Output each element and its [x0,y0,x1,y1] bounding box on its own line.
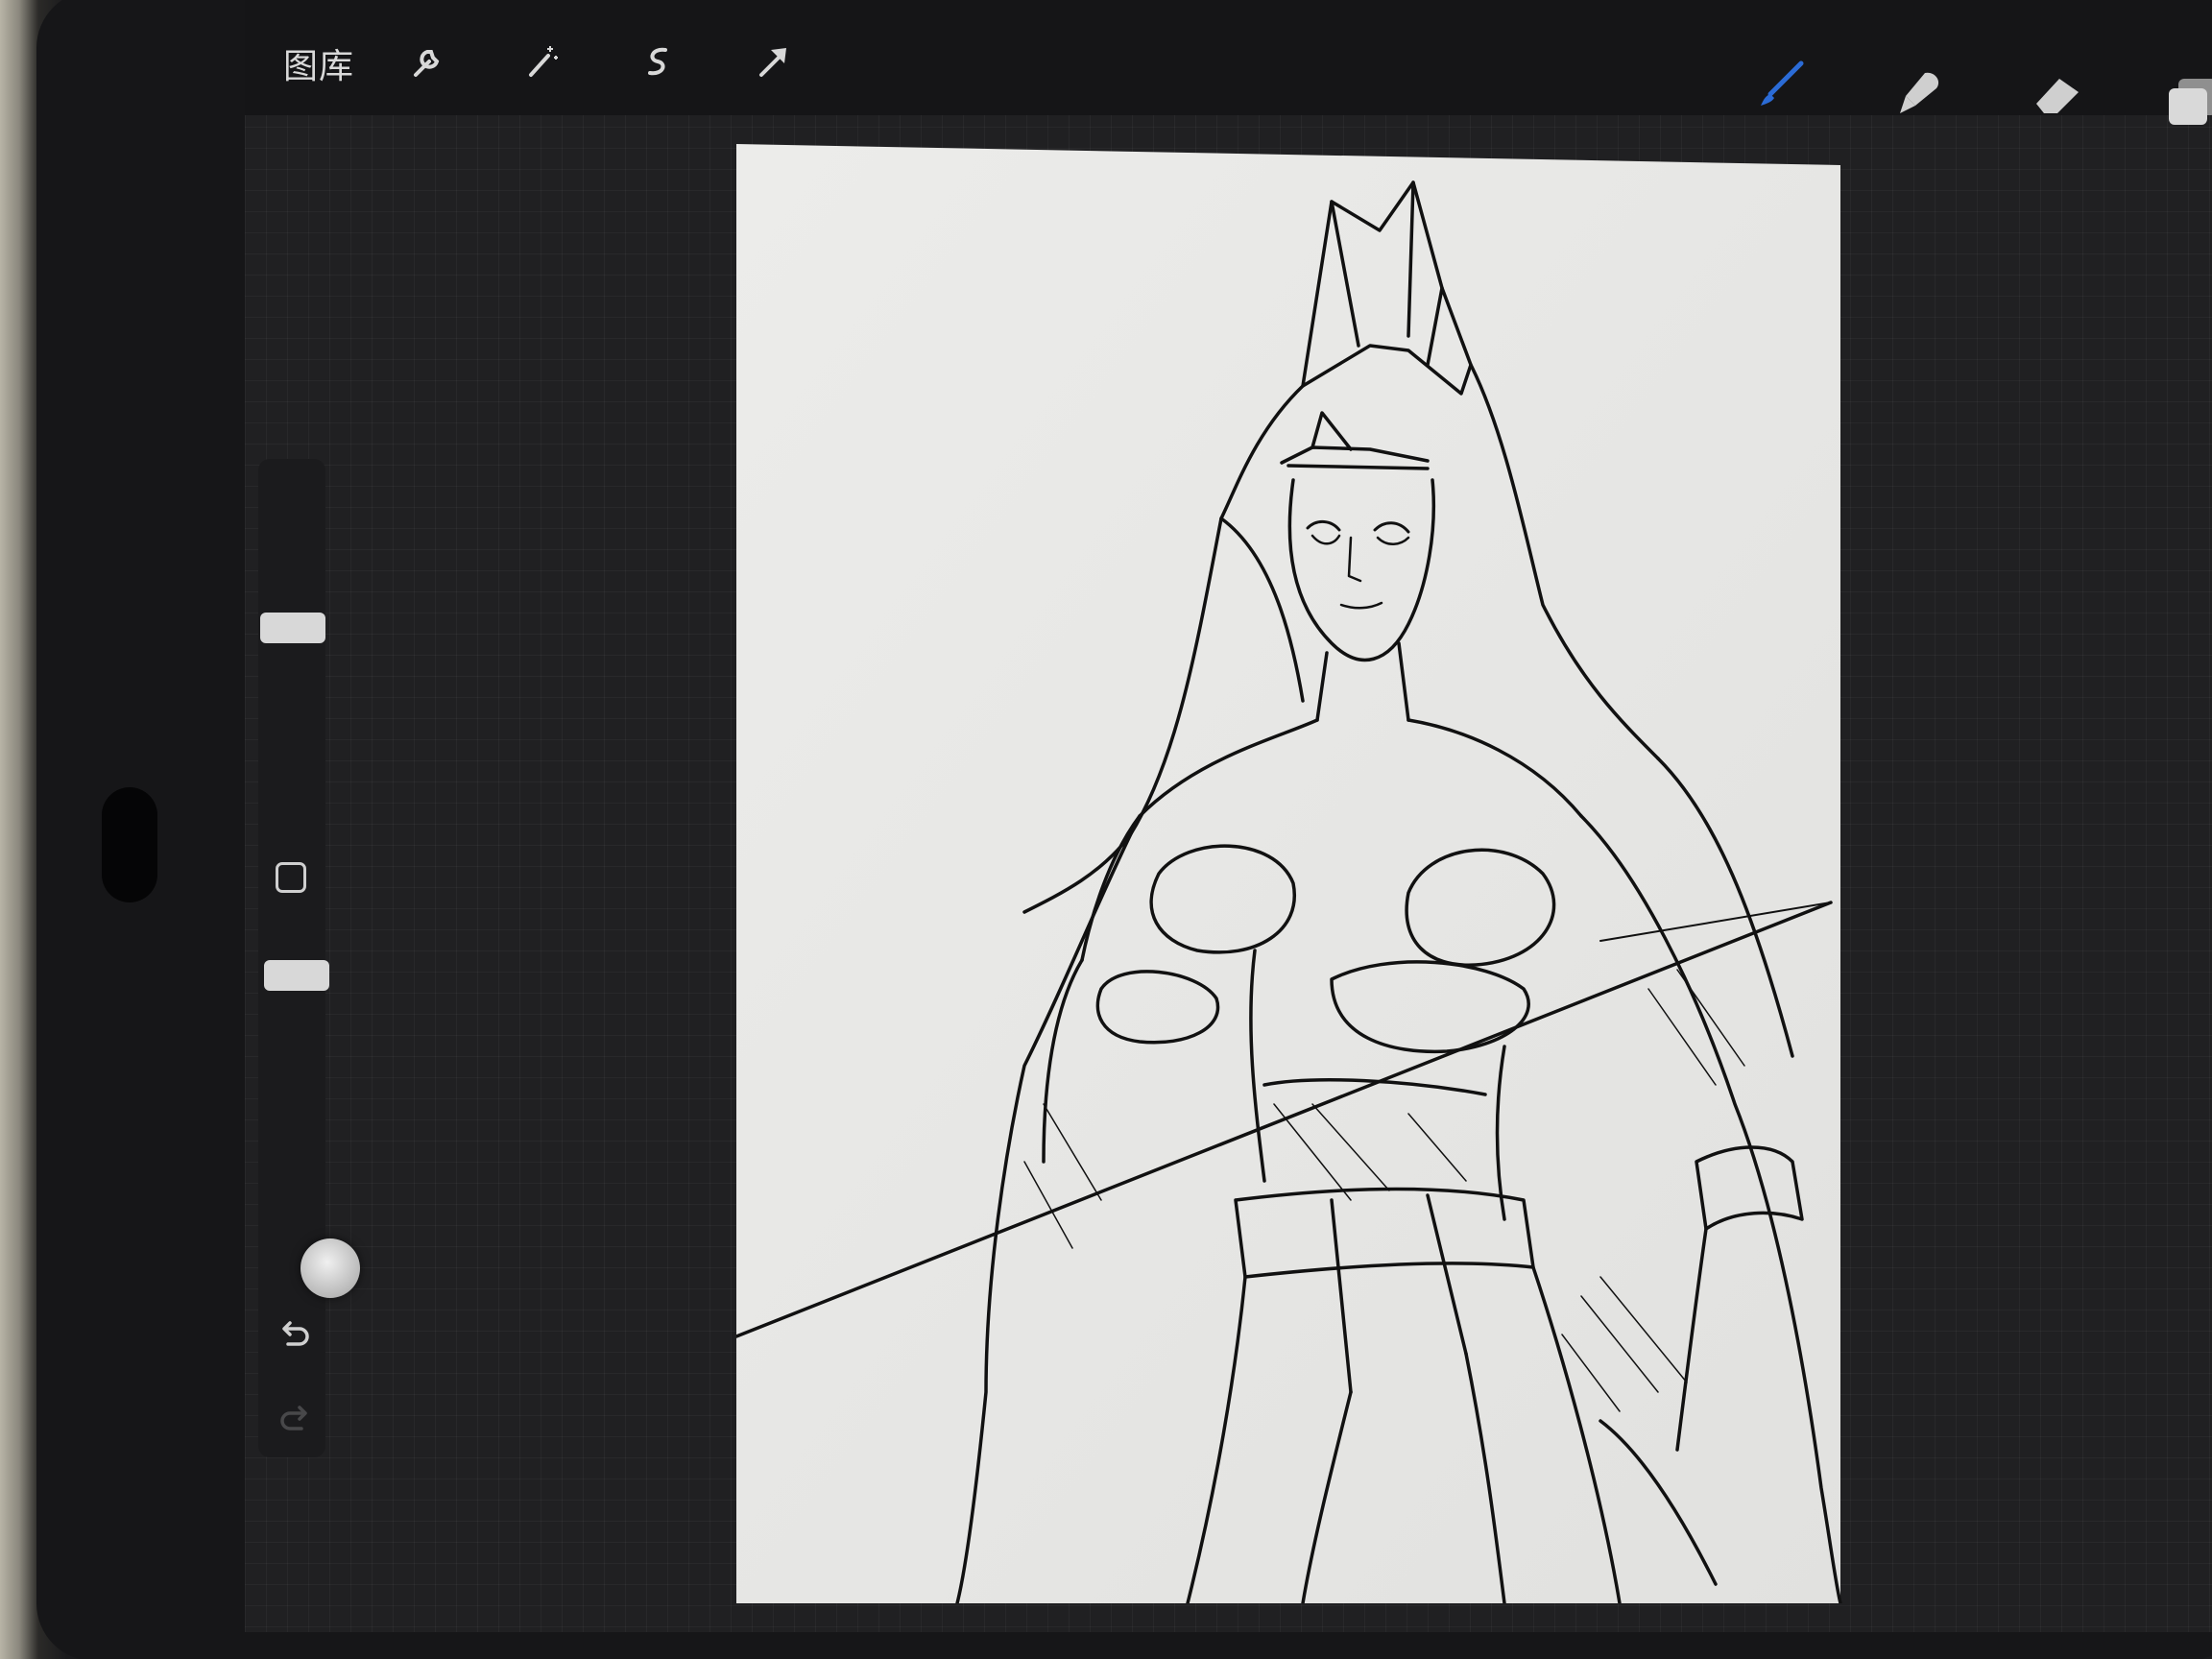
eyedropper-color-knob[interactable] [301,1238,360,1298]
magic-wand-icon[interactable] [523,42,562,81]
top-toolbar: 图库 [245,0,2212,125]
sketch-drawing [736,144,1842,1603]
tablet-camera [102,787,157,902]
selection-s-icon[interactable] [638,42,677,81]
procreate-screen: 图库 [245,0,2212,1632]
left-sidebar [258,459,329,1457]
brush-size-slider[interactable] [260,613,325,643]
undo-icon[interactable] [278,1317,311,1350]
opacity-slider[interactable] [264,960,329,991]
redo-icon[interactable] [278,1402,311,1434]
modify-button[interactable] [276,862,306,893]
wrench-icon[interactable] [408,42,446,81]
transform-arrow-icon[interactable] [754,42,792,81]
device-photo: 图库 [0,0,2212,1659]
smudge-icon[interactable] [1896,67,1946,117]
gallery-button[interactable]: 图库 [283,38,354,88]
drawing-canvas[interactable] [736,144,2090,1603]
eraser-icon[interactable] [2031,71,2084,117]
layers-icon[interactable] [2165,75,2212,129]
brush-icon[interactable] [1757,58,1809,109]
